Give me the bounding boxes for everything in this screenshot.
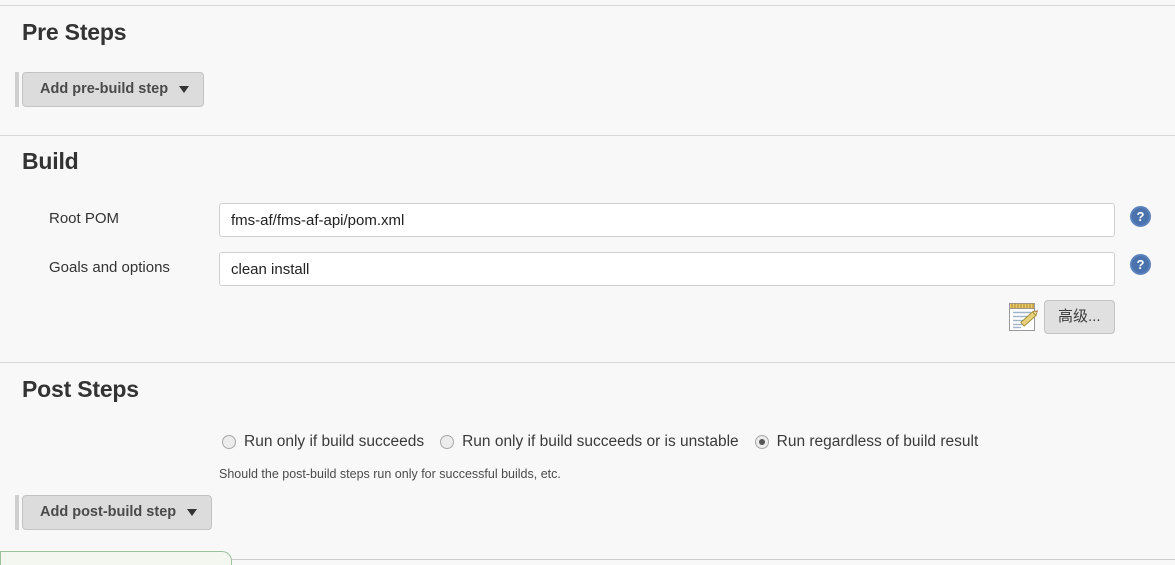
pre-step-accent-bar [15, 72, 19, 107]
section-divider-post [0, 362, 1175, 363]
jenkins-job-config-page: Pre Steps Add pre-build step Build Root … [0, 0, 1175, 565]
post-steps-help-text: Should the post-build steps run only for… [219, 467, 561, 481]
goals-and-options-label: Goals and options [49, 259, 170, 276]
section-divider-top [0, 5, 1175, 6]
help-question-icon[interactable] [1130, 206, 1151, 227]
radio-dot-run-if-succeeds[interactable] [222, 435, 236, 449]
post-build-trigger-radio-group: Run only if build succeeds Run only if b… [222, 433, 978, 451]
advanced-row: 高级... [0, 300, 1175, 336]
notepad-pencil-icon[interactable] [1007, 300, 1039, 334]
radio-label-run-if-succeeds: Run only if build succeeds [244, 433, 425, 450]
root-pom-input[interactable] [219, 203, 1115, 237]
add-post-build-step-container: Add post-build step [15, 495, 213, 530]
post-steps-heading: Post Steps [22, 376, 139, 402]
build-heading: Build [22, 148, 79, 174]
add-pre-build-step-button[interactable]: Add pre-build step [22, 72, 205, 107]
radio-dot-run-if-succeeds-or-unstable[interactable] [440, 435, 455, 449]
goals-and-options-row: Goals and options [0, 252, 1175, 286]
pre-steps-heading: Pre Steps [22, 19, 127, 45]
bottom-divider [232, 559, 1175, 560]
chevron-down-icon [179, 85, 190, 93]
radio-option-run-if-succeeds[interactable]: Run only if build succeeds [222, 433, 424, 451]
add-pre-build-step-label: Add pre-build step [40, 81, 169, 97]
radio-label-run-if-succeeds-or-unstable: Run only if build succeeds or is unstabl… [462, 433, 739, 450]
add-pre-build-step-container: Add pre-build step [15, 72, 205, 107]
radio-label-run-regardless: Run regardless of build result [776, 433, 979, 450]
help-question-icon[interactable] [1130, 254, 1151, 275]
advanced-button[interactable]: 高级... [1044, 300, 1115, 334]
root-pom-label: Root POM [49, 210, 120, 227]
radio-option-run-regardless[interactable]: Run regardless of build result [754, 433, 979, 451]
radio-option-run-if-succeeds-or-unstable[interactable]: Run only if build succeeds or is unstabl… [440, 433, 739, 451]
advanced-button-label: 高级... [1058, 308, 1101, 325]
root-pom-row: Root POM [0, 203, 1175, 237]
bottom-tab-panel[interactable] [0, 551, 232, 565]
add-post-build-step-button[interactable]: Add post-build step [22, 495, 213, 530]
chevron-down-icon [187, 508, 198, 516]
goals-and-options-input[interactable] [219, 252, 1115, 286]
add-post-build-step-label: Add post-build step [40, 504, 177, 520]
section-divider-build [0, 135, 1175, 136]
post-step-accent-bar [15, 495, 19, 530]
radio-dot-run-regardless[interactable] [754, 435, 769, 449]
